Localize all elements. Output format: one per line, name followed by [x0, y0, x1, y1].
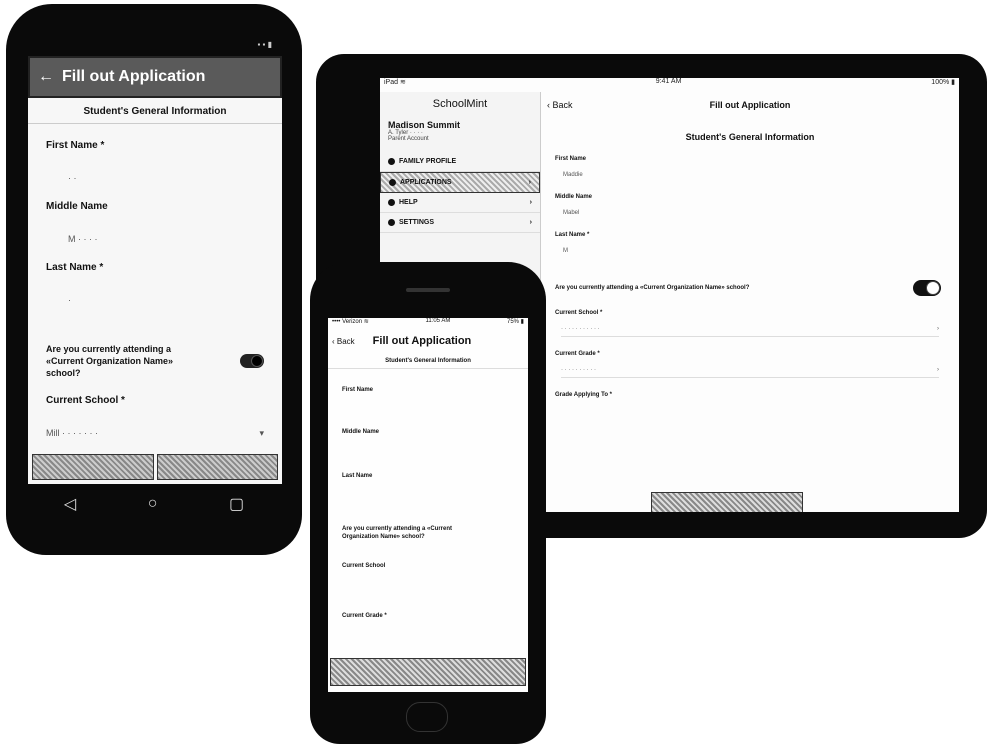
iphone-carrier: •••• Verizon ≋	[332, 319, 369, 325]
current-school-label: Current School *	[555, 310, 603, 316]
nav-back-icon[interactable]: ◁	[64, 494, 76, 514]
sidebar-item-help[interactable]: HELP ›	[380, 193, 540, 213]
ipad-section-title: Student's General Information	[685, 132, 815, 142]
sidebar-item-applications[interactable]: APPLICATIONS ›	[380, 172, 540, 193]
current-school-value: · · · · · · · · · · ·	[561, 326, 600, 332]
chevron-right-icon: ›	[937, 367, 939, 373]
iphone-section-title: Student's General Information	[328, 358, 528, 369]
back-button[interactable]: ‹ Back	[332, 337, 355, 346]
current-grade-field[interactable]: Current Grade *	[342, 613, 528, 619]
current-school-label: Current School *	[46, 395, 125, 406]
sidebar-item-label: HELP	[399, 199, 418, 206]
android-screen: ← Fill out Application Student's General…	[28, 56, 282, 484]
chevron-down-icon: ▾	[259, 428, 264, 438]
ipad-carrier: iPad ≋	[384, 79, 406, 86]
chevron-right-icon: ›	[937, 326, 939, 332]
sidebar-title: SchoolMint	[432, 98, 488, 110]
attending-question: Are you currently attending a «Current O…	[555, 285, 750, 291]
android-status-icons: ▪ ▪ ▮	[257, 40, 272, 49]
attending-toggle[interactable]	[240, 354, 264, 368]
android-current-school-field: Current School *	[28, 395, 282, 406]
chevron-right-icon: ›	[528, 179, 531, 186]
ipad-battery: 100% ▮	[931, 79, 955, 86]
android-nav-bar: ◁ ○ ▢	[28, 484, 280, 524]
applications-icon	[389, 179, 396, 186]
chevron-right-icon: ›	[529, 199, 532, 206]
nav-recent-icon[interactable]: ▢	[229, 494, 244, 514]
first-name-input[interactable]: · ·	[68, 173, 282, 185]
last-name-label: Last Name *	[46, 262, 104, 273]
grade-applying-label: Grade Applying To *	[555, 392, 613, 398]
current-school-select[interactable]: · · · · · · · · · · · ›	[561, 326, 939, 337]
android-middle-name-field[interactable]: Middle Name	[28, 201, 282, 212]
first-name-label: First Name	[555, 156, 587, 162]
middle-name-input[interactable]: Mabel	[563, 210, 959, 218]
back-arrow-icon[interactable]: ←	[38, 68, 54, 86]
iphone-time: 11:05 AM	[425, 318, 451, 324]
home-button[interactable]	[406, 702, 448, 732]
first-name-label: First Name *	[46, 140, 105, 151]
android-first-name-field[interactable]: First Name *	[28, 140, 282, 151]
family-icon	[388, 158, 395, 165]
android-appbar-title: Fill out Application	[62, 68, 206, 85]
settings-icon	[388, 219, 395, 226]
android-app-bar: ← Fill out Application	[28, 56, 282, 98]
previous-button[interactable]	[32, 454, 154, 480]
android-last-name-field[interactable]: Last Name *	[28, 262, 282, 273]
iphone-battery: 75% ▮	[507, 319, 524, 325]
first-name-input[interactable]: Maddie	[563, 172, 959, 180]
sidebar-item-settings[interactable]: SETTINGS ›	[380, 213, 540, 233]
back-button[interactable]: ‹ Back	[547, 100, 573, 110]
current-grade-value: · · · · · · · · · ·	[561, 367, 596, 373]
attending-question: Are you currently attending a «Current O…	[46, 344, 174, 378]
chevron-right-icon: ›	[529, 219, 532, 226]
android-section-title: Student's General Information	[28, 98, 282, 124]
android-phone: ▪ ▪ ▮ ← Fill out Application Student's G…	[6, 4, 302, 555]
last-name-label: Last Name *	[555, 232, 590, 238]
last-name-input[interactable]: M	[563, 248, 959, 256]
sidebar-item-label: SETTINGS	[399, 219, 435, 226]
attending-toggle[interactable]	[913, 280, 941, 296]
help-icon	[388, 199, 395, 206]
attending-question-row: Are you currently attending a «Current O…	[555, 280, 941, 296]
last-name-input[interactable]: ·	[68, 295, 282, 307]
ipad-main-content: ‹ Back Fill out Application Student's Ge…	[541, 92, 959, 512]
ipad-page-title: Fill out Application	[709, 100, 791, 110]
middle-name-input[interactable]: M · · · ·	[68, 234, 282, 246]
android-action-buttons	[32, 454, 278, 480]
continue-button[interactable]	[651, 492, 803, 512]
ipad-status-bar: iPad ≋ 9:41 AM 100% ▮	[380, 78, 959, 92]
sidebar-item-label: APPLICATIONS	[400, 179, 452, 186]
iphone-screen: •••• Verizon ≋ 11:05 AM 75% ▮ ‹ Back Fil…	[328, 318, 528, 692]
current-grade-label: Current Grade *	[555, 351, 600, 357]
middle-name-label: Middle Name	[555, 194, 593, 200]
user-name: Madison Summit	[388, 120, 461, 130]
nav-home-icon[interactable]: ○	[148, 495, 158, 513]
user-profile: Madison Summit A. Tyler · · · · Parent A…	[380, 120, 540, 142]
iphone: •••• Verizon ≋ 11:05 AM 75% ▮ ‹ Back Fil…	[310, 262, 546, 744]
ipad-nav-bar: ‹ Back Fill out Application	[541, 92, 959, 118]
continue-button[interactable]	[330, 658, 526, 686]
iphone-speaker	[406, 288, 450, 292]
sidebar-item-family-profile[interactable]: FAMILY PROFILE	[380, 152, 540, 172]
attending-question-row: Are you currently attending a «Current O…	[28, 343, 282, 379]
attending-question: Are you currently attending a «Current O…	[342, 526, 453, 540]
current-school-value: Mill · · · · · · ·	[46, 428, 98, 438]
iphone-nav-bar: ‹ Back Fill out Application	[328, 330, 528, 352]
sidebar-item-label: FAMILY PROFILE	[399, 158, 457, 165]
middle-name-label: Middle Name	[46, 201, 108, 212]
iphone-page-title: Fill out Application	[372, 335, 472, 347]
iphone-status-bar: •••• Verizon ≋ 11:05 AM 75% ▮	[328, 318, 528, 330]
current-school-select[interactable]: Mill · · · · · · · ▾	[28, 428, 282, 439]
current-grade-select[interactable]: · · · · · · · · · · ›	[561, 367, 939, 378]
next-button[interactable]	[156, 454, 278, 480]
ipad-time: 9:41 AM	[655, 78, 682, 85]
